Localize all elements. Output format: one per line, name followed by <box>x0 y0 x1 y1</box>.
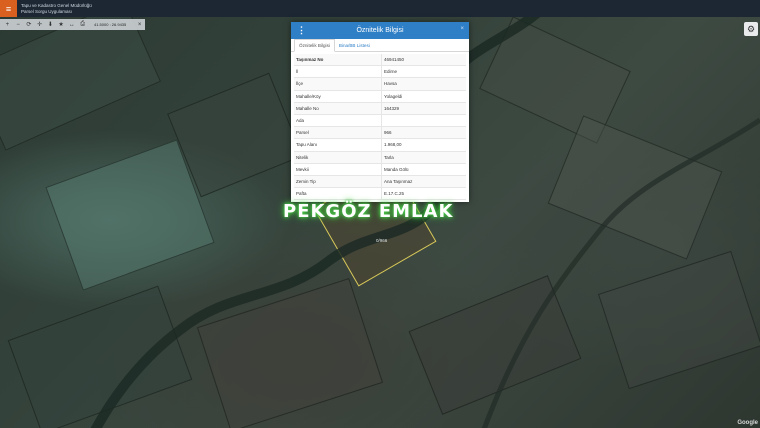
table-row: Nitelik Tarla <box>294 151 466 164</box>
row-value: Manda Gölü <box>384 166 409 172</box>
table-row: İlçe Havsa <box>294 78 466 91</box>
org-name: Tapu ve Kadastro Genel Müdürlüğü <box>21 2 92 8</box>
dialog-close-icon[interactable]: × <box>460 26 464 32</box>
row-key: İlçe <box>294 78 382 90</box>
table-row: Mahalle/Köy Yolageldi <box>294 90 466 103</box>
tab-attributes[interactable]: Öznitelik Bilgisi <box>294 39 335 52</box>
zoom-out-icon[interactable]: − <box>13 19 24 30</box>
table-row: Ada <box>294 114 466 128</box>
refresh-icon[interactable]: ⟳ <box>24 19 35 30</box>
table-row: İl Edirne <box>294 66 466 79</box>
app-name: Parsel Sorgu Uygulaması <box>21 8 73 14</box>
row-key: Parsel <box>294 127 382 139</box>
pin-icon[interactable]: ⬇ <box>45 19 56 30</box>
attribute-table: Taşınmaz No 46941450 İl Edirne İlçe Havsa M… <box>294 54 466 201</box>
row-key: Taşınmaz No <box>294 54 382 66</box>
gear-icon[interactable]: ⚙ <box>744 22 758 36</box>
table-row: Mevkii Manda Gölü <box>294 163 466 176</box>
row-value: Ana Taşınmaz <box>384 178 413 184</box>
map-attribution: Google <box>737 420 758 426</box>
menu-icon[interactable]: ≡ <box>0 0 17 17</box>
locate-icon[interactable]: ✛ <box>34 19 45 30</box>
attribute-dialog: ⋮ Öznitelik Bilgisi × Öznitelik Bilgisi … <box>291 22 469 202</box>
row-value: 966 <box>384 130 392 136</box>
table-row: Taşınmaz No 46941450 <box>294 54 466 67</box>
table-row: Tapu Alanı 1.968,00 <box>294 139 466 152</box>
row-key: Pafta <box>294 188 382 200</box>
row-value: 46941450 <box>384 57 405 63</box>
zoom-in-icon[interactable]: + <box>2 19 13 30</box>
app-titles: Tapu ve Kadastro Genel Müdürlüğü Parsel … <box>21 3 92 15</box>
row-value: E.17.C.25 <box>384 191 405 197</box>
row-key: Mevkii <box>294 163 382 175</box>
watermark-logo: PEKGÖZ EMLAK <box>283 200 454 222</box>
table-row: Parsel 966 <box>294 127 466 140</box>
app-header: ≡ Tapu ve Kadastro Genel Müdürlüğü Parse… <box>0 0 760 17</box>
table-row: Zemin Tip Ana Taşınmaz <box>294 175 466 189</box>
star-icon[interactable]: ★ <box>56 19 67 30</box>
row-value: Tarla <box>384 154 394 160</box>
print-icon[interactable]: ⎙ <box>77 19 88 30</box>
table-row: Mahalle No 164329 <box>294 102 466 115</box>
row-value: 1.968,00 <box>384 142 402 148</box>
parcel-label: 0/966 <box>376 238 388 243</box>
close-icon[interactable]: × <box>134 19 145 30</box>
row-key: Tapu Alanı <box>294 139 382 151</box>
map-toolbar: + − ⟳ ✛ ⬇ ★ ↔ ⎙ 41.5000 : 26.9435 × <box>0 19 145 30</box>
row-value: Edirne <box>384 69 398 75</box>
row-value <box>382 115 384 126</box>
row-key: İl <box>294 66 382 78</box>
row-key: Nitelik <box>294 151 382 163</box>
row-value: Yolageldi <box>384 93 403 99</box>
tab-building-list[interactable]: Bina/BB Listesi <box>335 40 374 51</box>
row-key: Mahalle No <box>294 102 382 114</box>
dialog-header: ⋮ Öznitelik Bilgisi × <box>291 22 469 39</box>
row-value: Havsa <box>384 81 397 87</box>
coordinate-readout: 41.5000 : 26.9435 <box>94 22 127 27</box>
row-value: 164329 <box>384 105 400 111</box>
measure-icon[interactable]: ↔ <box>67 19 78 30</box>
row-key: Zemin Tip <box>294 175 382 188</box>
dialog-title: Öznitelik Bilgisi <box>356 27 404 34</box>
dialog-tabs: Öznitelik Bilgisi Bina/BB Listesi <box>291 39 469 52</box>
row-key: Ada <box>294 114 382 127</box>
row-key: Mahalle/Köy <box>294 90 382 102</box>
kebab-menu-icon[interactable]: ⋮ <box>297 25 306 36</box>
